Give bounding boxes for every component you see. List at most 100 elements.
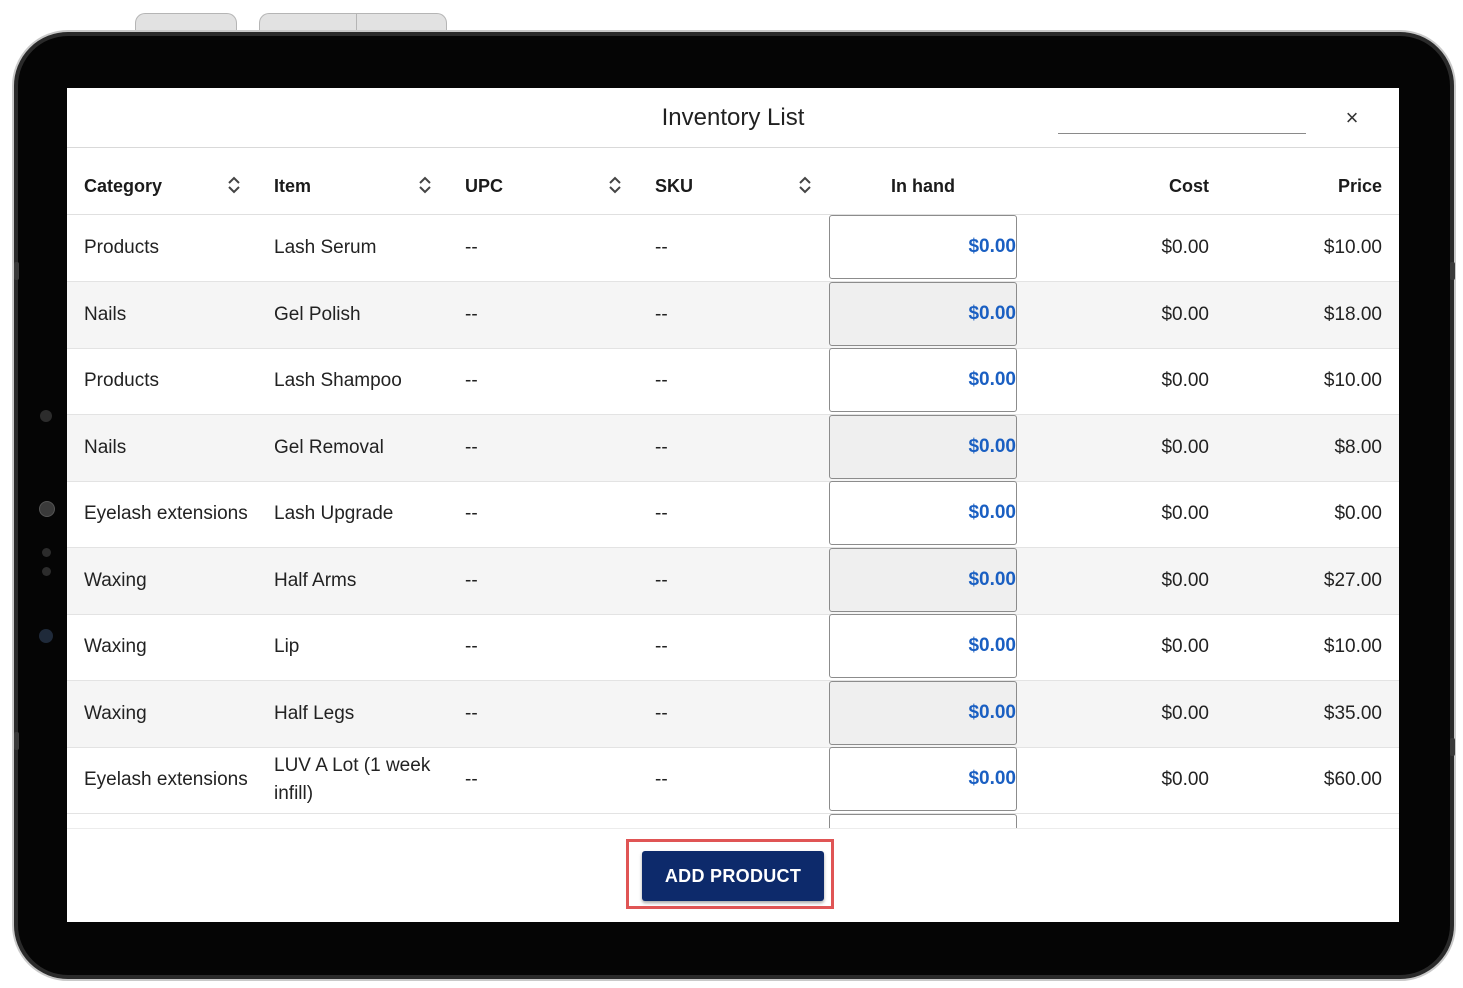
side-key: [14, 262, 19, 280]
side-key: [14, 732, 19, 750]
cell-category: Nails: [84, 437, 127, 458]
header-cost: Cost: [1169, 176, 1209, 196]
table-row[interactable]: Waxing Lip -- -- $0.00 $10.00 $0.00: [67, 614, 1399, 681]
cell-cost: $0.00: [1161, 769, 1209, 790]
in-hand-input[interactable]: $0.00: [829, 747, 1017, 811]
cell-price: $10.00: [1323, 370, 1382, 391]
cell-category: Waxing: [84, 703, 147, 724]
camera-lens: [39, 501, 55, 517]
close-icon[interactable]: ×: [1337, 103, 1367, 133]
in-hand-input[interactable]: [829, 814, 1017, 828]
header-upc[interactable]: UPC: [465, 148, 503, 214]
cell-price: $8.00: [1334, 437, 1382, 458]
cell-sku: --: [655, 237, 668, 258]
cell-sku: --: [655, 570, 668, 591]
cell-price: $35.00: [1323, 703, 1382, 724]
cell-upc: --: [465, 237, 478, 258]
cell-cost: $0.00: [1161, 503, 1209, 524]
header-price: Price: [1337, 176, 1382, 196]
cell-price: $0.00: [1334, 503, 1382, 524]
cell-category: Eyelash extensions: [84, 769, 248, 790]
cell-item: Gel Polish: [274, 304, 361, 325]
search-input[interactable]: [1058, 119, 1306, 134]
cell-item: Gel Removal: [274, 437, 384, 458]
camera-sensor: [42, 548, 51, 557]
in-hand-input[interactable]: $0.00: [829, 548, 1017, 612]
cell-item: Lash Upgrade: [274, 503, 394, 524]
cell-price: $10.00: [1323, 237, 1382, 258]
cell-category: Products: [84, 237, 159, 258]
in-hand-input[interactable]: $0.00: [829, 282, 1017, 346]
dialog-footer: ADD PRODUCT: [67, 828, 1399, 922]
cell-cost: $0.00: [1161, 437, 1209, 458]
in-hand-input[interactable]: $0.00: [829, 415, 1017, 479]
cell-sku: --: [655, 370, 668, 391]
cell-category: Eyelash extensions: [84, 503, 248, 524]
cell-cost: $0.00: [1161, 304, 1209, 325]
cell-cost: $0.00: [1161, 370, 1209, 391]
cell-price: $18.00: [1323, 304, 1382, 325]
cell-upc: --: [465, 703, 478, 724]
cell-upc: --: [465, 769, 478, 790]
cell-item: Half Arms: [274, 570, 357, 591]
table-row[interactable]: Waxing Half Legs -- -- $0.00 $35.00 $0.00: [67, 681, 1399, 748]
cell-price: $60.00: [1323, 769, 1382, 790]
cell-cost: $0.00: [1161, 703, 1209, 724]
cell-sku: --: [655, 304, 668, 325]
in-hand-input[interactable]: $0.00: [829, 614, 1017, 678]
cell-item: Lip: [274, 636, 300, 657]
cell-item: Half Legs: [274, 703, 355, 724]
header-item[interactable]: Item: [274, 148, 311, 214]
cell-item: Lash Shampoo: [274, 370, 402, 391]
table-header: Category Item UPC SKU In hand Cost Price: [67, 148, 1399, 215]
table-row[interactable]: Eyelash extensions Lash Upgrade -- -- $0.00 $…: [67, 481, 1399, 548]
inventory-list-screen: Inventory List × Category Item UPC SKU I…: [67, 88, 1399, 922]
cell-cost: $0.00: [1161, 237, 1209, 258]
table-row[interactable]: Products Lash Serum -- -- $0.00 $10.00 $0.00: [67, 215, 1399, 282]
table-body: Products Lash Serum -- -- $0.00 $10.00 $0.00 Na…: [67, 215, 1399, 828]
in-hand-input[interactable]: $0.00: [829, 348, 1017, 412]
cell-cost: $0.00: [1161, 570, 1209, 591]
camera-sensor: [42, 567, 51, 576]
header-in-hand: In hand: [891, 176, 955, 196]
cell-item: Lash Serum: [274, 237, 377, 258]
cell-upc: --: [465, 636, 478, 657]
in-hand-input[interactable]: $0.00: [829, 481, 1017, 545]
sort-icon[interactable]: [227, 175, 241, 195]
cell-sku: --: [655, 437, 668, 458]
camera-sensor: [40, 410, 52, 422]
table-row[interactable]: Nails Gel Polish -- -- $0.00 $18.00 $0.00: [67, 282, 1399, 349]
dialog-header: Inventory List ×: [67, 88, 1399, 148]
cell-sku: --: [655, 703, 668, 724]
sort-icon[interactable]: [798, 175, 812, 195]
table-row[interactable]: Products Lash Shampoo -- -- $0.00 $10.00 $0.00: [67, 348, 1399, 415]
cell-item: LUV A Lot (1 week infill): [274, 755, 431, 804]
table-row[interactable]: Nails Gel Removal -- -- $0.00 $8.00 $0.00: [67, 415, 1399, 482]
camera-lens: [39, 629, 53, 643]
sort-icon[interactable]: [418, 175, 432, 195]
cell-price: $27.00: [1323, 570, 1382, 591]
cell-upc: --: [465, 437, 478, 458]
table-row[interactable]: Waxing Half Arms -- -- $0.00 $27.00 $0.00: [67, 548, 1399, 615]
in-hand-input[interactable]: $0.00: [829, 215, 1017, 279]
side-key: [1450, 738, 1455, 756]
cell-upc: --: [465, 503, 478, 524]
side-key: [1450, 262, 1455, 280]
cell-upc: --: [465, 370, 478, 391]
cell-upc: --: [465, 304, 478, 325]
header-sku[interactable]: SKU: [655, 148, 693, 214]
cell-category: Waxing: [84, 636, 147, 657]
cell-category: Nails: [84, 304, 127, 325]
sort-icon[interactable]: [608, 175, 622, 195]
cell-cost: $0.00: [1161, 636, 1209, 657]
cell-category: Waxing: [84, 570, 147, 591]
cell-upc: --: [465, 570, 478, 591]
in-hand-input[interactable]: $0.00: [829, 681, 1017, 745]
cell-sku: --: [655, 636, 668, 657]
add-product-button[interactable]: ADD PRODUCT: [642, 851, 824, 901]
table-row[interactable]: Eyelash extensions LUV A Lot (1 week infi…: [67, 747, 1399, 814]
cell-category: Products: [84, 370, 159, 391]
cell-sku: --: [655, 503, 668, 524]
header-category[interactable]: Category: [84, 148, 162, 214]
cell-sku: --: [655, 769, 668, 790]
